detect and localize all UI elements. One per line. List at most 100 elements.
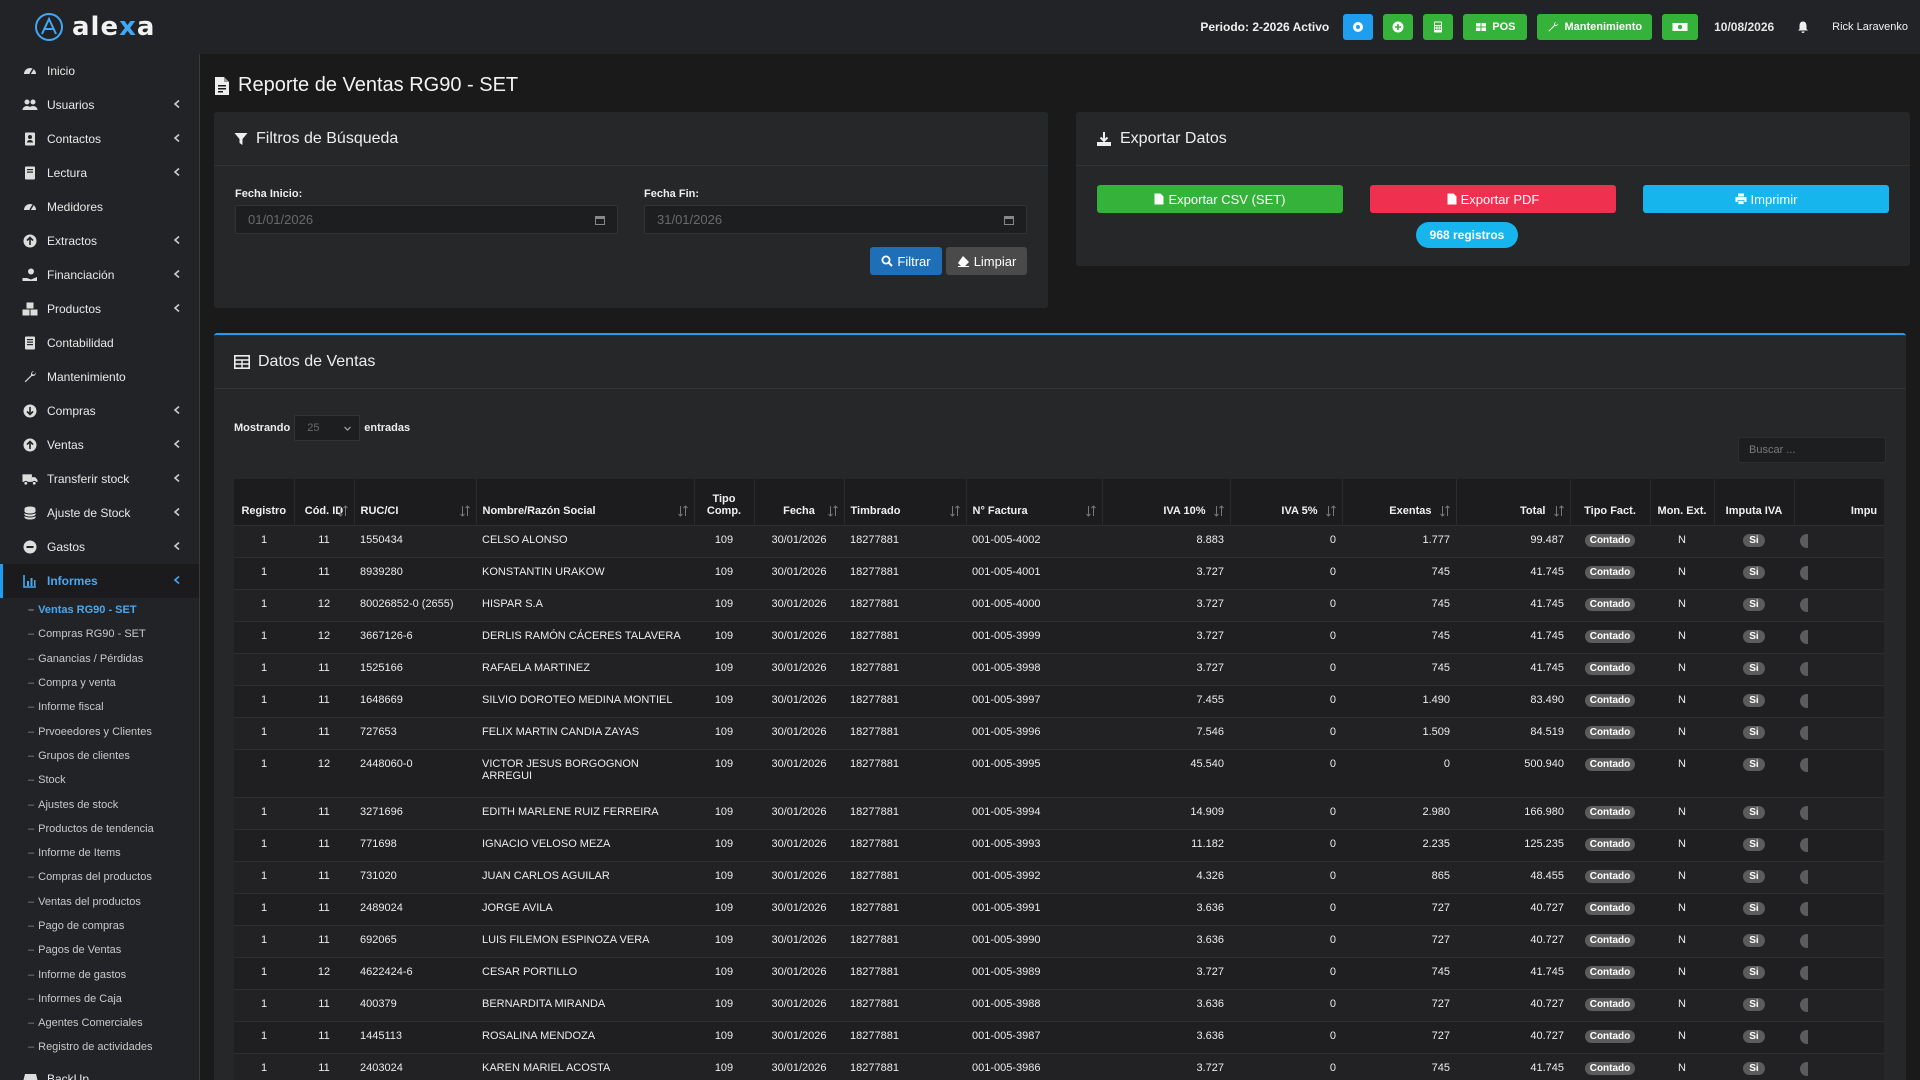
column-header[interactable]: Imputa IVA <box>1714 479 1795 525</box>
export-csv-button[interactable]: Exportar CSV (SET) <box>1097 185 1343 213</box>
cell-iva5: 0 <box>1230 1052 1342 1080</box>
sidebar-item-gastos[interactable]: Gastos <box>0 530 199 564</box>
table-row[interactable]: 1 11 1525166 RAFAELA MARTINEZ 109 30/01/2026 1… <box>234 652 1884 685</box>
sidebar-subitem[interactable]: – Grupos de clientes <box>0 744 199 768</box>
table-row[interactable]: 1 12 2448060-0 VICTOR JESUS BORGOGNON ARREG… <box>234 748 1884 797</box>
search-icon <box>881 255 894 267</box>
sidebar-subitem[interactable]: – Pago de compras <box>0 914 199 938</box>
cell-cod: 11 <box>294 892 354 925</box>
column-header[interactable]: Exentas <box>1342 479 1457 525</box>
column-header[interactable]: N° Factura <box>966 479 1103 525</box>
sidebar-item-transferir-stock[interactable]: Transferir stock <box>0 462 199 496</box>
table-row[interactable]: 1 11 1445113 ROSALINA MENDOZA 109 30/01/2026 1… <box>234 1020 1884 1053</box>
filtrar-button[interactable]: Filtrar <box>870 247 942 275</box>
sidebar-item-mantenimiento[interactable]: Mantenimiento <box>0 360 199 394</box>
cell-imputa-iva: Si <box>1714 892 1794 925</box>
table-row[interactable]: 1 12 3667126-6 DERLIS RAMÓN CÁCERES TALAVER… <box>234 620 1884 653</box>
table-row[interactable]: 1 12 80026852-0 (2655) HISPAR S.A 109 30/01/2… <box>234 588 1884 621</box>
column-header[interactable]: Registro <box>234 479 295 525</box>
export-pdf-button[interactable]: Exportar PDF <box>1370 185 1616 213</box>
sidebar-item-financiaci-n[interactable]: Financiación <box>0 258 199 292</box>
sidebar-item-compras[interactable]: Compras <box>0 394 199 428</box>
column-header[interactable]: Timbrado <box>844 479 967 525</box>
print-button[interactable]: Imprimir <box>1643 185 1889 213</box>
mantenimiento-button[interactable]: Mantenimiento <box>1537 14 1653 40</box>
sidebar-subitem[interactable]: – Compra y venta <box>0 671 199 695</box>
chart-icon <box>22 573 38 589</box>
column-header[interactable]: Mon. Ext. <box>1650 479 1715 525</box>
calculator-button[interactable] <box>1423 14 1454 40</box>
table-row[interactable]: 1 11 692065 LUIS FILEMON ESPINOZA VERA 109 30… <box>234 924 1884 957</box>
column-header[interactable]: Cód. ID <box>294 479 355 525</box>
sidebar-subitem[interactable]: – Ventas del productos <box>0 890 199 914</box>
brand[interactable]: alexa <box>0 12 200 42</box>
sidebar-subitem[interactable]: – Compras RG90 - SET <box>0 622 199 646</box>
sidebar-subitem[interactable]: – Prvoeedores y Clientes <box>0 719 199 743</box>
sidebar-subitem[interactable]: – Ajustes de stock <box>0 792 199 816</box>
sidebar-item-lectura[interactable]: Lectura <box>0 156 199 190</box>
sidebar-subitem[interactable]: – Compras del productos <box>0 865 199 889</box>
sidebar-subitem[interactable]: – Stock <box>0 768 199 792</box>
toggle-button[interactable] <box>1343 14 1374 40</box>
sidebar-subitem[interactable]: – Informe fiscal <box>0 695 199 719</box>
sidebar-item-extractos[interactable]: Extractos <box>0 224 199 258</box>
column-header[interactable]: IVA 10% <box>1102 479 1231 525</box>
sidebar-subitem[interactable]: – Ganancias / Pérdidas <box>0 647 199 671</box>
sidebar-item-ajuste-de-stock[interactable]: Ajuste de Stock <box>0 496 199 530</box>
cell-factura: 001-005-4001 <box>966 556 1102 589</box>
table-row[interactable]: 1 11 771698 IGNACIO VELOSO MEZA 109 30/01/202… <box>234 828 1884 861</box>
cell-mon-ext: N <box>1650 1020 1714 1053</box>
table-row[interactable]: 1 11 1550434 CELSO ALONSO 109 30/01/2026 18277… <box>234 524 1884 557</box>
sidebar-item-medidores[interactable]: Medidores <box>0 190 199 224</box>
sidebar-item-informes[interactable]: Informes <box>0 564 199 598</box>
bell-icon[interactable] <box>1796 20 1810 34</box>
fecha-fin-input[interactable]: 31/01/2026 <box>644 205 1027 234</box>
column-header[interactable]: Tipo Fact. <box>1570 479 1651 525</box>
sidebar-subitem[interactable]: – Informe de gastos <box>0 962 199 986</box>
table-row[interactable]: 1 11 731020 JUAN CARLOS AGUILAR 109 30/01/202… <box>234 860 1884 893</box>
sidebar-subitem[interactable]: – Registro de actividades <box>0 1035 199 1059</box>
cash-button[interactable] <box>1662 14 1699 40</box>
impu-badge <box>1800 597 1808 612</box>
sidebar-item-contactos[interactable]: Contactos <box>0 122 199 156</box>
sidebar-subitem[interactable]: – Pagos de Ventas <box>0 938 199 962</box>
table-row[interactable]: 1 11 8939280 KONSTANTIN URAKOW 109 30/01/2026… <box>234 556 1884 589</box>
user-menu[interactable]: Rick Laravenko <box>1832 21 1908 33</box>
sort-icon <box>459 504 470 517</box>
column-header-label: Imputa IVA <box>1725 504 1783 517</box>
column-header[interactable]: RUC/CI <box>354 479 477 525</box>
cell-iva5: 0 <box>1230 588 1342 621</box>
fecha-inicio-input[interactable]: 01/01/2026 <box>235 205 618 234</box>
table-row[interactable]: 1 11 1648669 SILVIO DOROTEO MEDINA MONTIEL 1… <box>234 684 1884 717</box>
sidebar-item-usuarios[interactable]: Usuarios <box>0 88 199 122</box>
table-row[interactable]: 1 11 2403024 KAREN MARIEL ACOSTA 109 30/01/20… <box>234 1052 1884 1080</box>
sidebar-item-inicio[interactable]: Inicio <box>0 54 199 88</box>
limpiar-button[interactable]: Limpiar <box>946 247 1027 275</box>
column-header[interactable]: Nombre/Razón Social <box>476 479 695 525</box>
sidebar-subitem[interactable]: – Ventas RG90 - SET <box>0 598 199 622</box>
sidebar-subitem[interactable]: – Informe de Items <box>0 841 199 865</box>
column-header[interactable]: Total <box>1456 479 1571 525</box>
sidebar-item-ventas[interactable]: Ventas <box>0 428 199 462</box>
table-row[interactable]: 1 12 4622424-6 CESAR PORTILLO 109 30/01/2026 1… <box>234 956 1884 989</box>
add-button[interactable] <box>1383 14 1414 40</box>
column-header[interactable]: IVA 5% <box>1230 479 1343 525</box>
column-header[interactable]: Tipo Comp. <box>694 479 755 525</box>
page-length-select[interactable]: 25 <box>294 415 361 441</box>
table-row[interactable]: 1 11 3271696 EDITH MARLENE RUIZ FERREIRA 109… <box>234 796 1884 829</box>
table-row[interactable]: 1 11 2489024 JORGE AVILA 109 30/01/2026 182778… <box>234 892 1884 925</box>
ventas-table-wrap[interactable]: Registro Cód. ID RUC/CI Nombre/Razón Social… <box>234 479 1884 1080</box>
sidebar-item-backup[interactable]: BackUp <box>0 1062 199 1080</box>
column-header[interactable]: Impu <box>1794 479 1884 525</box>
sidebar-item-productos[interactable]: Productos <box>0 292 199 326</box>
sidebar-subitem[interactable]: – Agentes Comerciales <box>0 1011 199 1035</box>
sidebar-subitem[interactable]: – Productos de tendencia <box>0 817 199 841</box>
table-search-input[interactable]: Buscar ... <box>1738 437 1886 463</box>
dash-icon: – <box>28 774 35 787</box>
sidebar-item-contabilidad[interactable]: Contabilidad <box>0 326 199 360</box>
pos-button[interactable]: POS <box>1463 14 1528 40</box>
table-row[interactable]: 1 11 400379 BERNARDITA MIRANDA 109 30/01/2026… <box>234 988 1884 1021</box>
table-row[interactable]: 1 11 727653 FELIX MARTIN CANDIA ZAYAS 109 30/… <box>234 716 1884 749</box>
sidebar-subitem[interactable]: – Informes de Caja <box>0 987 199 1011</box>
column-header[interactable]: Fecha <box>754 479 845 525</box>
